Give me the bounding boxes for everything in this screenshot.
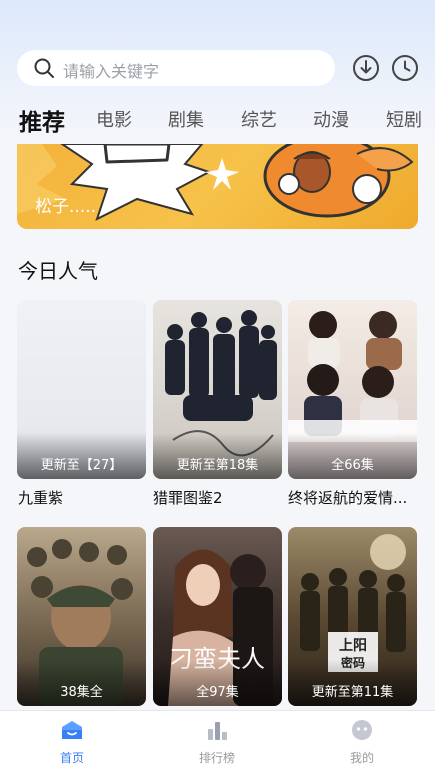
nav-ranking[interactable]: 排行榜 <box>177 719 257 766</box>
banner-caption: 松子..... <box>35 197 97 217</box>
tab-short-drama[interactable]: 短剧 <box>386 106 422 132</box>
svg-text:上阳: 上阳 <box>339 638 367 654</box>
nav-home-label: 首页 <box>59 751 84 765</box>
drama-card[interactable]: 上阳 密码 更新至第11集 <box>288 527 417 706</box>
search-row: 请输入关键字 <box>17 50 421 86</box>
home-icon <box>62 721 82 739</box>
ranking-chart-icon <box>208 722 227 740</box>
drama-card[interactable]: 更新至第18集 <box>153 300 282 479</box>
drama-card[interactable]: 更新至【27】 <box>17 300 146 479</box>
episode-badge: 更新至【27】 <box>40 458 123 473</box>
profile-face-icon <box>352 720 372 740</box>
nav-profile[interactable]: 我的 <box>322 719 402 766</box>
tab-recommend[interactable]: 推荐 <box>19 103 65 137</box>
section-title: 今日人气 <box>18 259 98 283</box>
download-icon[interactable] <box>351 53 381 83</box>
history-clock-icon[interactable] <box>390 53 420 83</box>
drama-card[interactable]: 刁蛮夫人 全97集 <box>153 527 282 706</box>
episode-badge: 更新至第18集 <box>176 458 259 473</box>
search-input[interactable]: 请输入关键字 <box>63 58 159 82</box>
tab-series[interactable]: 剧集 <box>168 106 204 132</box>
drama-card[interactable]: 38集全 <box>17 527 146 706</box>
category-tabs: 推荐 电影 剧集 综艺 动漫 短剧 <box>0 100 435 136</box>
nav-ranking-label: 排行榜 <box>198 751 235 765</box>
tab-anime[interactable]: 动漫 <box>313 106 349 132</box>
nav-profile-label: 我的 <box>349 751 374 765</box>
search-icon <box>34 58 54 78</box>
card-title[interactable]: 九重紫 <box>18 487 63 508</box>
tab-movies[interactable]: 电影 <box>96 106 132 132</box>
tab-variety[interactable]: 综艺 <box>241 106 277 132</box>
search-box[interactable]: 请输入关键字 <box>17 50 335 86</box>
drama-card[interactable]: 全66集 <box>288 300 417 479</box>
episode-badge: 38集全 <box>60 685 103 700</box>
card-title[interactable]: 猎罪图鉴2 <box>153 487 223 508</box>
nav-home[interactable]: 首页 <box>32 719 112 766</box>
card-title[interactable]: 终将返航的爱情... <box>288 487 407 508</box>
episode-badge: 更新至第11集 <box>311 685 394 700</box>
episode-badge: 全97集 <box>196 685 239 700</box>
bottom-nav: 首页 排行榜 我的 <box>0 710 435 773</box>
featured-banner[interactable]: 松子..... <box>17 144 418 229</box>
episode-badge: 全66集 <box>331 458 374 473</box>
